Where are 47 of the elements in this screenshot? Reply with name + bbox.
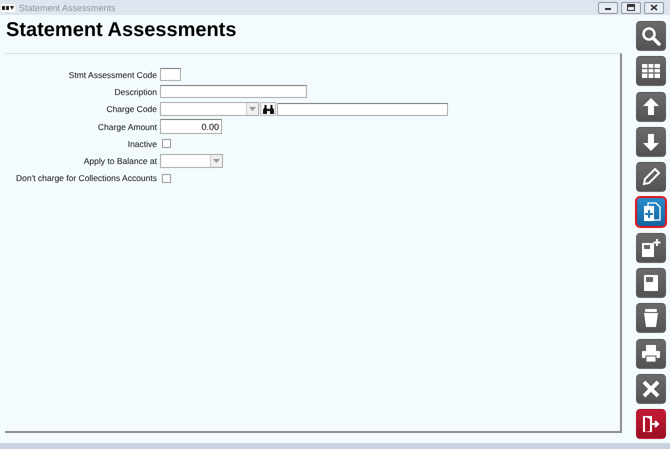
close-button[interactable] bbox=[636, 374, 666, 404]
printer-icon bbox=[641, 344, 661, 364]
field-label: Charge Amount bbox=[96, 122, 157, 132]
trash-icon bbox=[641, 308, 661, 328]
up-arrow-icon bbox=[641, 96, 661, 117]
maximize-icon bbox=[627, 4, 635, 11]
down-button[interactable] bbox=[636, 126, 666, 157]
checkbox[interactable] bbox=[162, 139, 171, 148]
new-button[interactable] bbox=[636, 197, 666, 228]
lookup-button[interactable] bbox=[260, 102, 276, 116]
field-label: Description bbox=[113, 86, 157, 97]
close-icon bbox=[641, 378, 661, 399]
maximize-button[interactable] bbox=[621, 2, 641, 14]
caret-icon bbox=[249, 107, 256, 112]
field-label: Stmt Assessment Code bbox=[68, 70, 157, 80]
up-button[interactable] bbox=[636, 92, 666, 122]
pencil-icon bbox=[641, 167, 661, 188]
save-new-button[interactable] bbox=[636, 232, 666, 263]
new-document-icon bbox=[641, 202, 661, 222]
exit-button[interactable] bbox=[636, 409, 666, 440]
grid-button[interactable] bbox=[636, 56, 666, 86]
field-label: Don't charge for Collections Accounts bbox=[14, 173, 157, 184]
disk-plus-icon bbox=[641, 238, 661, 258]
caret-icon bbox=[213, 159, 220, 164]
input-field[interactable]: 0.00 bbox=[160, 119, 222, 134]
edit-button[interactable] bbox=[636, 162, 666, 192]
save-button[interactable] bbox=[636, 268, 666, 298]
search-button[interactable] bbox=[636, 21, 666, 51]
minimize-button[interactable] bbox=[598, 2, 618, 14]
binoculars-icon bbox=[262, 104, 274, 114]
input-field[interactable] bbox=[160, 68, 181, 82]
page-heading: Statement Assessments bbox=[6, 19, 238, 42]
field-label: Charge Code bbox=[105, 104, 157, 114]
input-field[interactable] bbox=[277, 102, 448, 116]
delete-button[interactable] bbox=[636, 303, 666, 334]
app-icon bbox=[1, 2, 15, 12]
down-arrow-icon bbox=[641, 132, 661, 152]
field-label: Inactive bbox=[126, 138, 157, 149]
input-field[interactable] bbox=[160, 85, 307, 98]
field-label: Apply to Balance at bbox=[82, 156, 157, 166]
checkbox[interactable] bbox=[162, 174, 171, 183]
search-icon bbox=[641, 26, 661, 46]
print-button[interactable] bbox=[636, 338, 666, 369]
exit-door-icon bbox=[641, 414, 661, 434]
close-window-button[interactable] bbox=[644, 2, 664, 14]
close-icon bbox=[650, 4, 658, 11]
window-title: Statement Assessments bbox=[19, 2, 117, 12]
